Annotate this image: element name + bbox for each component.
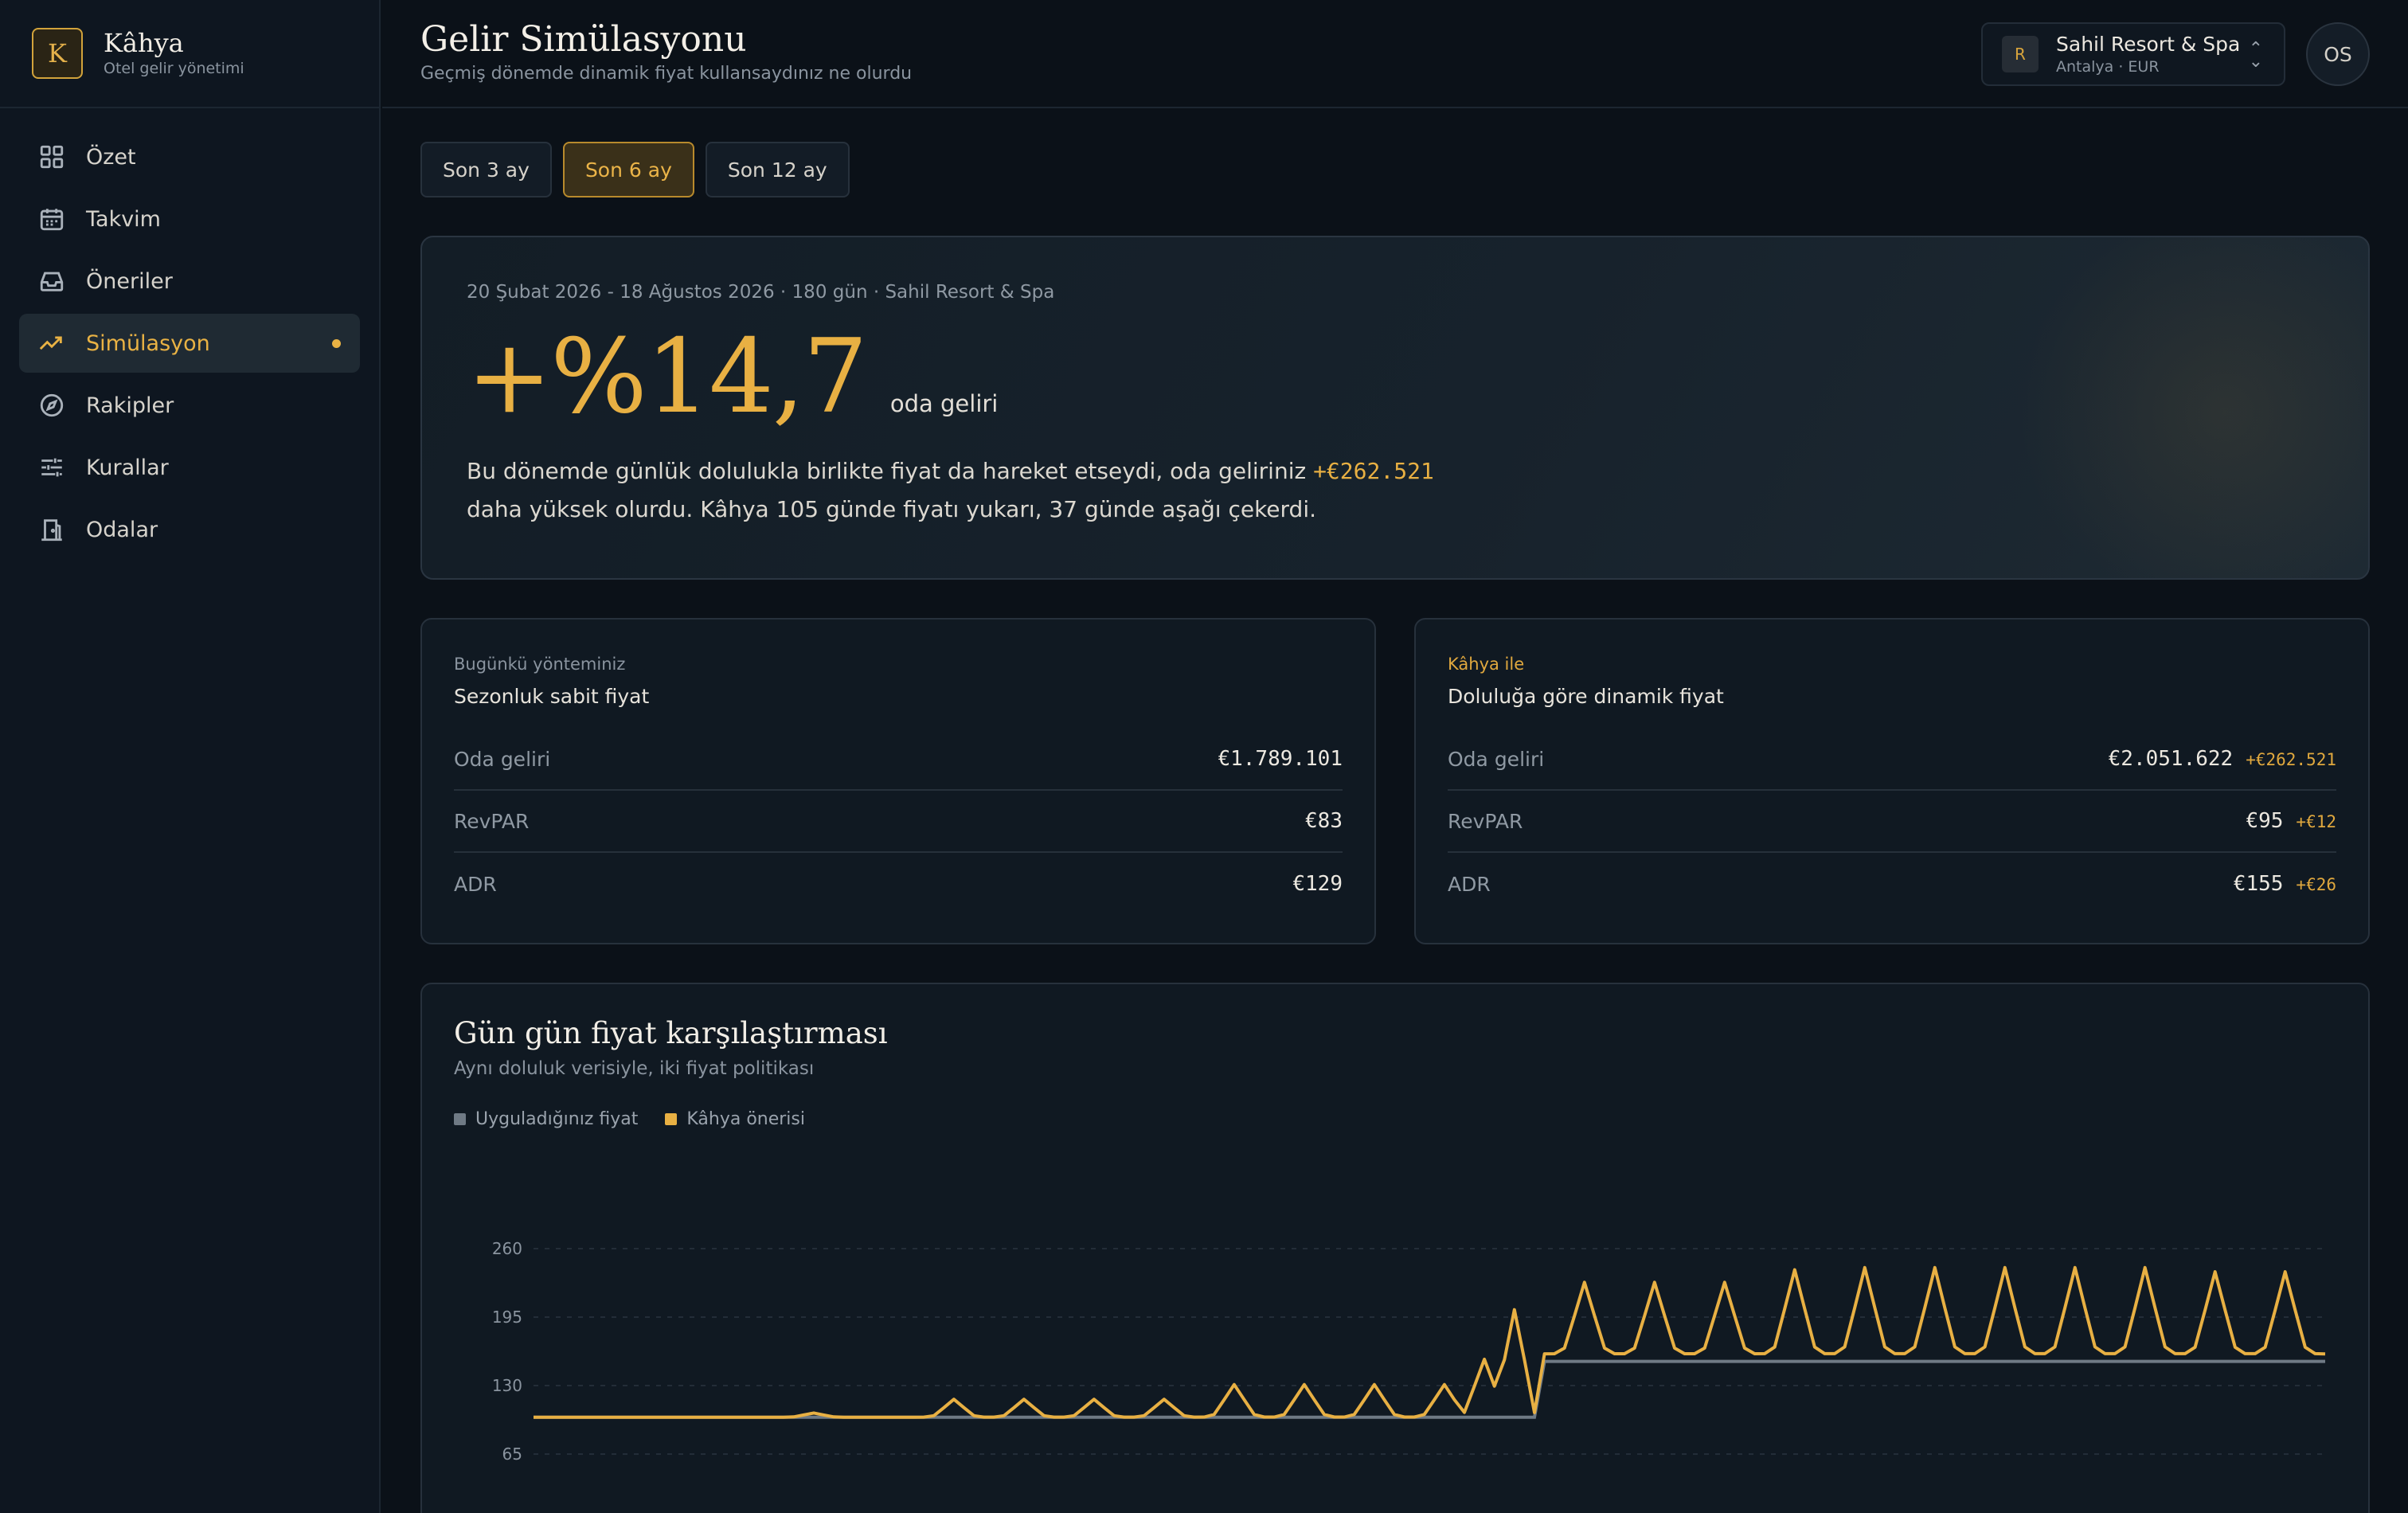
metric-row: ADR €129: [454, 853, 1343, 915]
price-line-chart: 06513019526020 Şub17 Mar11 Nis6 May31 Ma…: [492, 1239, 2326, 1464]
comparison-cards: Bugünkü yönteminiz Sezonluk sabit fiyat …: [420, 618, 2370, 944]
metric-delta: +€26: [2296, 875, 2336, 894]
metric-value: €1.789.101: [1218, 747, 1343, 771]
sidebar-item-rakipler[interactable]: Rakipler: [19, 376, 360, 435]
y-tick-label: 65: [502, 1445, 522, 1464]
kahya-method-card: Kâhya ile Doluluğa göre dinamik fiyat Od…: [1414, 618, 2370, 944]
metric-label: ADR: [454, 872, 497, 896]
sidebar-item-simulasyon[interactable]: Simülasyon: [19, 314, 360, 373]
active-indicator-dot: [332, 338, 341, 348]
metric-row: ADR €155 +€26: [1448, 853, 2336, 915]
metric-row: RevPAR €83: [454, 791, 1343, 853]
hotel-name: Sahil Resort & Spa: [2056, 33, 2241, 56]
calendar-icon: [40, 209, 64, 231]
summary-text-part: daha yüksek olurdu. Kâhya 105 günde fiya…: [467, 496, 1317, 522]
period-12-months-button[interactable]: Son 12 ay: [705, 142, 850, 197]
sidebar-item-label: Rakipler: [86, 393, 174, 418]
summary-highlight-amount: +€262.521: [1313, 458, 1434, 484]
revenue-uplift-unit: oda geliri: [889, 390, 999, 417]
hotel-badge: R: [2002, 36, 2039, 72]
metric-label: RevPAR: [1448, 809, 1523, 833]
chevron-up-down-icon: ⌃ ⌄: [2248, 39, 2263, 72]
card-title: Sezonluk sabit fiyat: [454, 685, 650, 708]
avatar[interactable]: OS: [2306, 22, 2370, 86]
inbox-icon: [40, 272, 64, 291]
sidebar-item-kurallar[interactable]: Kurallar: [19, 438, 360, 497]
sidebar-item-oneriler[interactable]: Öneriler: [19, 252, 360, 311]
y-tick-label: 130: [492, 1376, 522, 1395]
sidebar: K Kâhya Otel gelir yönetimi Özet Takvim …: [0, 0, 381, 1513]
period-3-months-button[interactable]: Son 3 ay: [420, 142, 552, 197]
series-line-kahya: [534, 1265, 2326, 1419]
sliders-icon: [41, 458, 62, 477]
sidebar-item-odalar[interactable]: Odalar: [19, 500, 360, 559]
page-header: Gelir Simülasyonu Geçmiş dönemde dinamik…: [382, 0, 2408, 108]
metric-value: €129: [1292, 872, 1343, 896]
sidebar-item-takvim[interactable]: Takvim: [19, 190, 360, 248]
metric-row: RevPAR €95 +€12: [1448, 791, 2336, 853]
sidebar-item-label: Kurallar: [86, 455, 169, 480]
summary-text-part: Bu dönemde günlük dolulukla birlikte fiy…: [467, 458, 1314, 484]
metric-label: Oda geliri: [454, 747, 551, 771]
metric-value: €2.051.622: [2108, 747, 2234, 771]
y-tick-label: 260: [492, 1239, 522, 1258]
period-meta: 20 Şubat 2026 - 18 Ağustos 2026 · 180 gü…: [467, 282, 1055, 303]
metric-label: Oda geliri: [1448, 747, 1545, 771]
metric-delta: +€12: [2296, 812, 2336, 831]
brand-name: Kâhya: [104, 28, 184, 58]
summary-hero-card: 20 Şubat 2026 - 18 Ağustos 2026 · 180 gü…: [420, 236, 2370, 580]
y-tick-label: 195: [492, 1308, 522, 1327]
hotel-selector[interactable]: R Sahil Resort & Spa Antalya · EUR ⌃ ⌄: [1981, 22, 2285, 86]
metric-row: Oda geliri €1.789.101: [454, 729, 1343, 791]
compass-icon: [40, 393, 64, 417]
brand: K Kâhya Otel gelir yönetimi: [0, 0, 379, 108]
hotel-meta: Antalya · EUR: [2056, 58, 2160, 76]
sidebar-item-label: Öneriler: [86, 268, 173, 294]
period-selector: Son 3 ay Son 6 ay Son 12 ay: [420, 142, 2370, 197]
price-comparison-chart-card: Gün gün fiyat karşılaştırması Aynı dolul…: [420, 983, 2370, 1513]
metric-value: €155: [2233, 872, 2284, 896]
sidebar-item-label: Simülasyon: [86, 330, 210, 356]
metric-value: €83: [1305, 809, 1343, 833]
card-eyebrow: Bugünkü yönteminiz: [454, 655, 626, 674]
metric-label: ADR: [1448, 872, 1491, 896]
card-title: Doluluğa göre dinamik fiyat: [1448, 685, 1724, 708]
summary-text: Bu dönemde günlük dolulukla birlikte fiy…: [467, 452, 1470, 529]
grid-icon: [40, 145, 64, 169]
period-6-months-button[interactable]: Son 6 ay: [562, 142, 694, 197]
sidebar-item-label: Özet: [86, 144, 136, 170]
main-content: Son 3 ay Son 6 ay Son 12 ay 20 Şubat 202…: [420, 108, 2370, 1513]
metric-label: RevPAR: [454, 809, 530, 833]
sidebar-item-label: Takvim: [86, 206, 161, 232]
metric-value: €95: [2246, 809, 2284, 833]
brand-logo: K: [32, 28, 83, 79]
metric-delta: +€262.521: [2246, 750, 2336, 769]
metric-row: Oda geliri €2.051.622 +€262.521: [1448, 729, 2336, 791]
door-icon: [41, 519, 62, 541]
current-method-card: Bugünkü yönteminiz Sezonluk sabit fiyat …: [420, 618, 1376, 944]
sidebar-item-ozet[interactable]: Özet: [19, 127, 360, 186]
card-eyebrow: Kâhya ile: [1448, 655, 1525, 674]
brand-tagline: Otel gelir yönetimi: [104, 60, 244, 77]
sidebar-item-label: Odalar: [86, 517, 158, 542]
trend-icon: [39, 336, 62, 350]
revenue-uplift-value: +%14,7: [467, 318, 868, 436]
sidebar-nav: Özet Takvim Öneriler Simülasyon Rakipler…: [0, 108, 379, 581]
